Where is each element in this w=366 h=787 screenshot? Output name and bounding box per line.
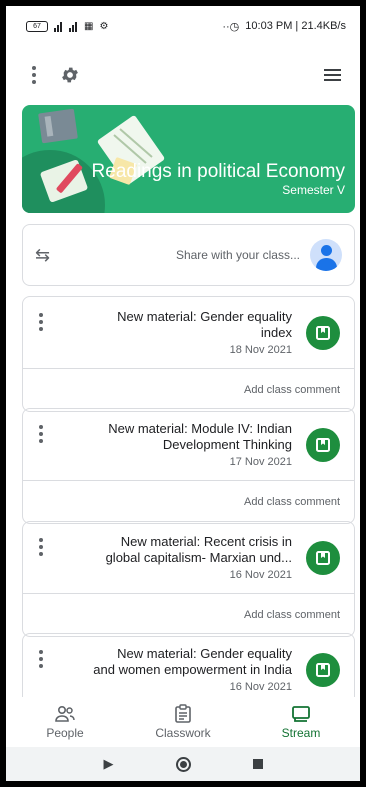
post-options-button[interactable] xyxy=(39,425,43,443)
data-icon: ▦ xyxy=(84,20,94,32)
home-icon[interactable] xyxy=(175,756,191,772)
material-icon xyxy=(306,428,340,462)
menu-button[interactable] xyxy=(318,61,346,89)
more-vert-icon xyxy=(39,650,43,668)
stream-post[interactable]: New material: Gender equality index 18 No… xyxy=(22,296,355,412)
stream-post[interactable]: New material: Recent crisis in global ca… xyxy=(22,521,355,637)
menu-icon xyxy=(323,69,341,81)
class-title: Readings in political Economy xyxy=(91,161,345,182)
post-options-button[interactable] xyxy=(39,650,43,668)
gear-icon xyxy=(62,67,78,83)
notification-icons: ··◷ xyxy=(222,20,240,33)
share-placeholder: Share with your class... xyxy=(175,248,300,262)
more-vert-icon xyxy=(39,538,43,556)
nav-people-label: People xyxy=(46,725,84,740)
status-bar: 67 ▦ ⚙ ··◷ 10:03 PM | 21.4KB/s xyxy=(6,6,360,46)
material-icon xyxy=(306,316,340,350)
settings-button[interactable] xyxy=(56,61,84,89)
more-vert-icon xyxy=(39,313,43,331)
vpn-icon: ⚙ xyxy=(99,20,109,32)
post-title: New material: Gender equality index 18 No… xyxy=(92,309,292,358)
nav-classwork[interactable]: Classwork xyxy=(128,697,238,747)
battery-icon: 67 xyxy=(26,20,48,32)
post-title: New material: Module IV: Indian Developm… xyxy=(92,421,292,470)
post-date: 16 Nov 2021 xyxy=(229,569,292,581)
status-time: 10:03 PM | 21.4KB/s xyxy=(245,20,346,32)
post-date: 18 Nov 2021 xyxy=(229,344,292,356)
repost-icon[interactable]: ⇆ xyxy=(35,245,65,266)
bottom-navigation: People Classwork Stream xyxy=(6,697,360,747)
top-app-bar xyxy=(6,51,360,99)
more-vert-icon xyxy=(32,66,36,84)
status-icons-right: ··◷ 10:03 PM | 21.4KB/s xyxy=(222,20,346,33)
more-vert-icon xyxy=(39,425,43,443)
share-with-class-box[interactable]: ⇆ Share with your class... xyxy=(22,224,355,286)
classwork-icon xyxy=(175,704,191,723)
class-section: Semester V xyxy=(282,183,345,197)
nav-people[interactable]: People xyxy=(10,697,120,747)
nav-stream-label: Stream xyxy=(281,725,321,740)
signal-icon xyxy=(54,20,63,32)
post-title: New material: Recent crisis in global ca… xyxy=(92,534,292,583)
nav-classwork-label: Classwork xyxy=(155,726,211,740)
stream-icon xyxy=(292,705,310,722)
post-date: 17 Nov 2021 xyxy=(229,456,292,468)
signal-icon-2 xyxy=(69,20,78,32)
app-screen: 67 ▦ ⚙ ··◷ 10:03 PM | 21.4KB/s Readings … xyxy=(6,6,360,781)
post-options-button[interactable] xyxy=(39,313,43,331)
add-comment-button[interactable]: Add class comment xyxy=(23,594,354,636)
recents-icon[interactable] xyxy=(252,759,263,769)
post-options-button[interactable] xyxy=(39,538,43,556)
class-banner: Readings in political Economy Semester V xyxy=(22,105,355,213)
more-options-button[interactable] xyxy=(20,61,48,89)
stream-post[interactable]: New material: Module IV: Indian Developm… xyxy=(22,408,355,524)
avatar-icon xyxy=(310,239,342,271)
add-comment-button[interactable]: Add class comment xyxy=(23,369,354,411)
back-icon[interactable]: ▶ xyxy=(104,756,114,772)
add-comment-button[interactable]: Add class comment xyxy=(23,481,354,523)
nav-stream[interactable]: Stream xyxy=(246,697,356,747)
system-navigation-bar: ▶ xyxy=(6,747,360,781)
post-date: 16 Nov 2021 xyxy=(229,681,292,693)
people-icon xyxy=(55,705,75,722)
material-icon xyxy=(306,653,340,687)
post-title: New material: Gender equality and women … xyxy=(93,646,292,693)
material-icon xyxy=(306,541,340,575)
status-icons-left: 67 ▦ ⚙ xyxy=(26,20,108,32)
